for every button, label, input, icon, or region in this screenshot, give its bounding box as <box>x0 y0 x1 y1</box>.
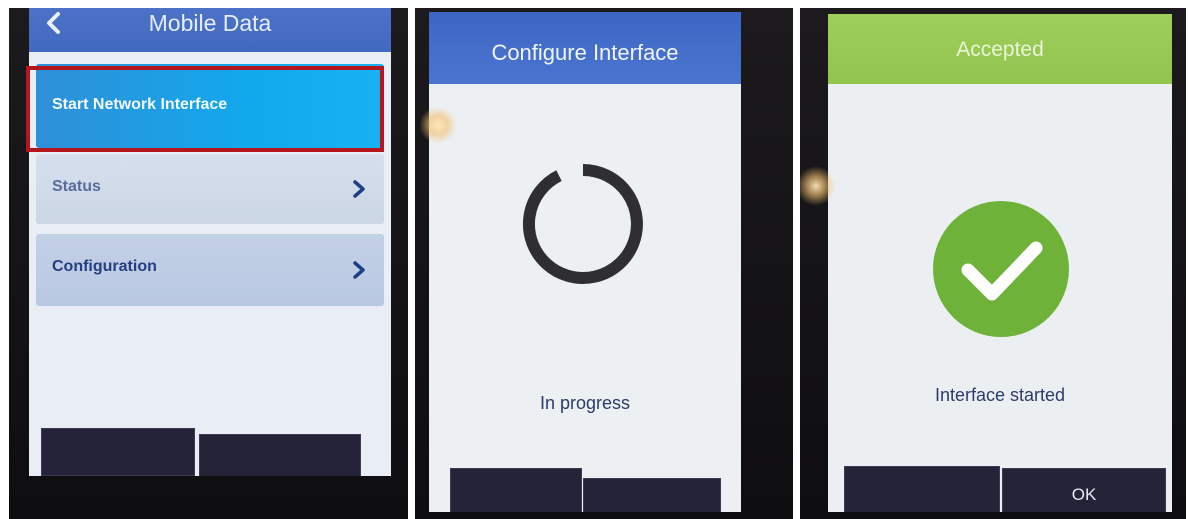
configure-interface-screen: Configure Interface In progress <box>429 12 741 512</box>
page-title: Configure Interface <box>491 40 679 65</box>
photo-configure-interface: Configure Interface In progress <box>415 8 793 519</box>
check-circle-icon <box>933 201 1069 337</box>
chevron-right-icon <box>353 261 365 279</box>
ok-button[interactable]: OK <box>1002 468 1166 512</box>
chevron-right-icon <box>353 180 365 198</box>
loading-spinner-icon <box>522 164 643 284</box>
configure-header: Configure Interface <box>429 12 741 84</box>
softkey-right[interactable] <box>583 478 721 512</box>
menu-item-status[interactable]: Status <box>36 154 384 224</box>
status-text: Interface started <box>934 385 1066 405</box>
menu-item-label: Configuration <box>52 258 157 275</box>
menu-item-label: Status <box>52 178 101 195</box>
ok-button-label: OK <box>1071 485 1097 504</box>
status-text: In progress <box>539 393 631 413</box>
softkey-right[interactable] <box>199 434 361 476</box>
softkey-left[interactable] <box>41 428 195 476</box>
softkey-left[interactable] <box>844 466 1000 512</box>
light-reflection <box>419 106 457 144</box>
softkey-left[interactable] <box>450 468 582 512</box>
accepted-screen: Accepted Interface started OK <box>828 14 1172 512</box>
menu-item-configuration[interactable]: Configuration <box>36 234 384 306</box>
page-title: Accepted <box>956 38 1044 61</box>
selection-highlight-box <box>26 66 384 152</box>
photo-mobile-data: Mobile Data Start Network Interface Stat… <box>9 8 408 519</box>
mobile-data-header: Mobile Data <box>29 8 391 52</box>
photo-accepted: Accepted Interface started OK <box>800 8 1186 519</box>
page-title: Mobile Data <box>148 10 272 36</box>
accepted-header: Accepted <box>828 14 1172 84</box>
